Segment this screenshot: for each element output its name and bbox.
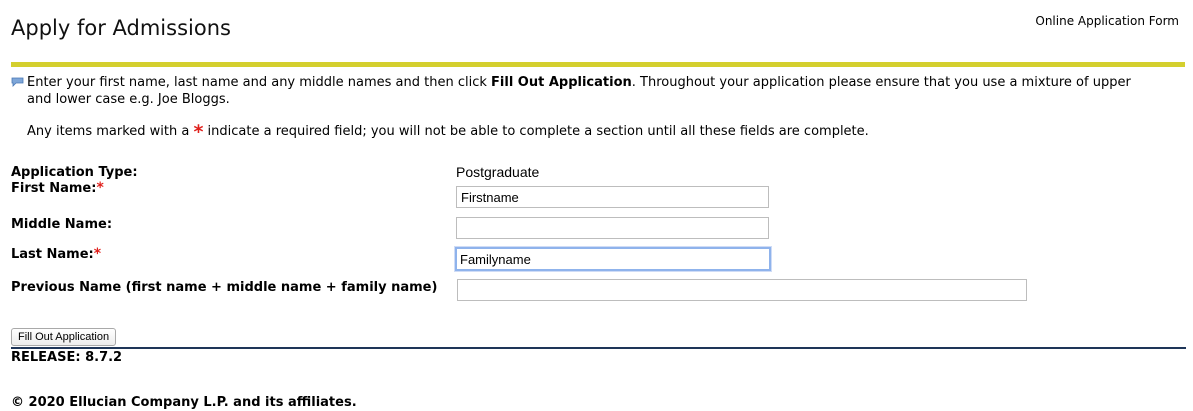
- form-type-label: Online Application Form: [1035, 14, 1179, 28]
- last-name-input[interactable]: [455, 247, 771, 271]
- middle-name-label: Middle Name:: [11, 217, 113, 232]
- first-name-input[interactable]: [456, 186, 769, 208]
- instruction-action-name: Fill Out Application: [491, 75, 632, 90]
- first-name-label: First Name:*: [11, 180, 104, 196]
- release-version: RELEASE: 8.7.2: [11, 350, 123, 365]
- previous-name-label: Previous Name (first name + middle name …: [11, 280, 438, 295]
- speech-bubble-icon: [11, 77, 24, 87]
- fill-out-application-button[interactable]: Fill Out Application: [11, 328, 117, 346]
- required-marker: *: [93, 246, 102, 262]
- footer-divider: [11, 347, 1186, 349]
- title-divider: [11, 62, 1185, 67]
- required-marker: *: [96, 180, 104, 196]
- application-type-value: Postgraduate: [456, 164, 540, 180]
- required-field-notice: Any items marked with a * indicate a req…: [27, 121, 869, 143]
- copyright-notice: © 2020 Ellucian Company L.P. and its aff…: [11, 395, 357, 410]
- previous-name-input[interactable]: [457, 279, 1027, 301]
- required-star-icon: *: [193, 121, 204, 143]
- last-name-label: Last Name:*: [11, 246, 102, 262]
- instruction-text: Enter your first name, last name and any…: [27, 75, 1131, 90]
- middle-name-input[interactable]: [456, 217, 769, 239]
- application-type-label: Application Type:: [11, 165, 138, 180]
- instruction-text-continued: and lower case e.g. Joe Bloggs.: [27, 92, 230, 107]
- page-title: Apply for Admissions: [11, 16, 231, 40]
